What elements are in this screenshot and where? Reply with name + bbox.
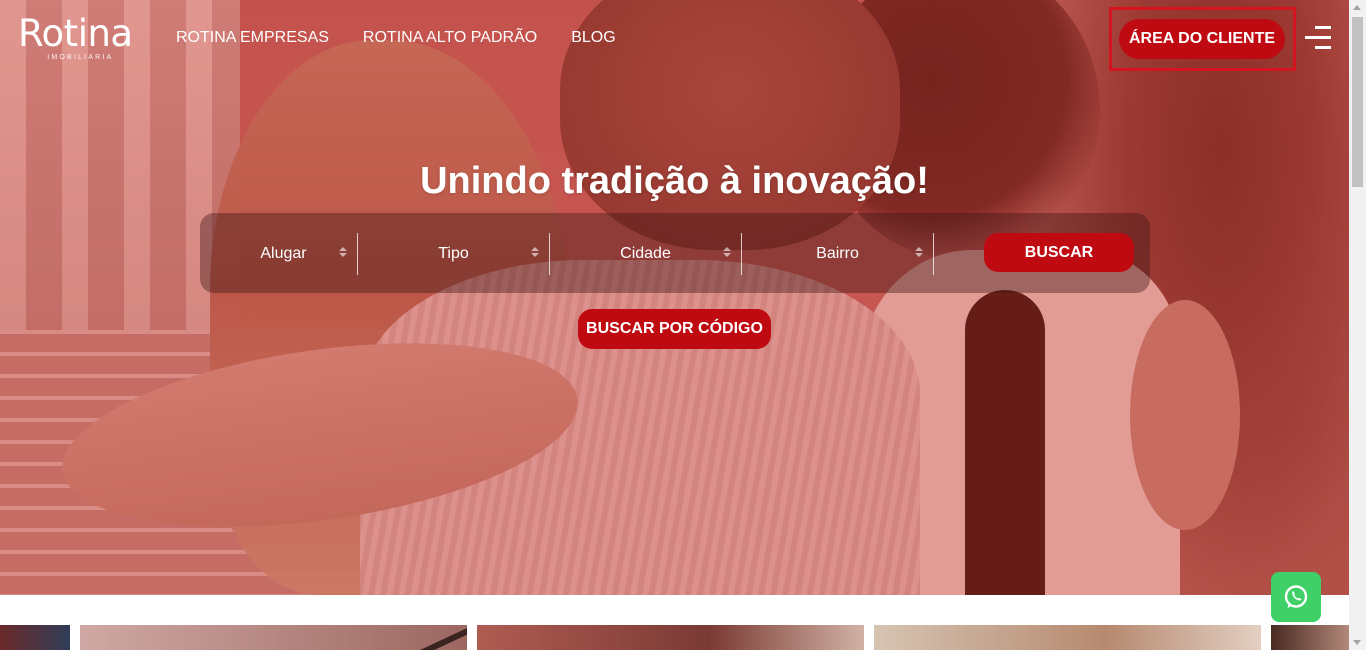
search-submit-button[interactable]: BUSCAR (984, 233, 1134, 272)
select-arrows-icon (723, 247, 731, 261)
select-arrows-icon (339, 247, 347, 261)
scroll-up-arrow-icon[interactable] (1353, 5, 1361, 10)
property-search-bar: Alugar Tipo Cidade Bairro BUSCAR (200, 213, 1150, 293)
select-arrows-icon (915, 247, 923, 261)
search-select-city[interactable]: Cidade (550, 233, 742, 275)
site-logo[interactable]: Rotina IMOBILIARIA (18, 12, 133, 62)
hamburger-icon[interactable] (1305, 26, 1331, 52)
main-nav: ROTINA EMPRESAS ROTINA ALTO PADRÃO BLOG (176, 29, 650, 47)
logo-wordmark: Rotina (18, 12, 133, 55)
search-select-neighborhood[interactable]: Bairro (742, 233, 934, 275)
scrollbar-thumb[interactable] (1352, 17, 1363, 187)
logo-tagline: IMOBILIARIA (47, 54, 114, 61)
client-area-button[interactable]: ÁREA DO CLIENTE (1119, 19, 1285, 59)
search-select-neighborhood-value: Bairro (816, 245, 859, 262)
property-card-image[interactable] (1271, 625, 1349, 650)
whatsapp-icon (1284, 585, 1308, 608)
search-by-code-button[interactable]: BUSCAR POR CÓDIGO (578, 309, 771, 349)
search-select-type-value: Tipo (438, 245, 469, 262)
nav-link-rotina-alto-padrao[interactable]: ROTINA ALTO PADRÃO (363, 29, 537, 47)
property-card-image[interactable] (0, 625, 70, 650)
search-select-operation[interactable]: Alugar (210, 233, 358, 275)
hero-banner: Rotina IMOBILIARIA ROTINA EMPRESAS ROTIN… (0, 0, 1349, 595)
page-scrollbar[interactable] (1349, 0, 1366, 650)
search-select-type[interactable]: Tipo (358, 233, 550, 275)
select-arrows-icon (531, 247, 539, 261)
site-header: Rotina IMOBILIARIA ROTINA EMPRESAS ROTIN… (0, 0, 1349, 80)
hero-red-overlay (0, 0, 1349, 595)
nav-link-rotina-empresas[interactable]: ROTINA EMPRESAS (176, 29, 329, 47)
nav-link-blog[interactable]: BLOG (571, 29, 615, 47)
property-card-image[interactable] (477, 625, 864, 650)
search-select-city-value: Cidade (620, 245, 671, 262)
hamburger-line-middle (1305, 36, 1331, 39)
hero-headline: Unindo tradição à inovação! (420, 160, 929, 202)
search-select-operation-value: Alugar (260, 245, 307, 262)
property-card-image[interactable] (80, 625, 467, 650)
property-card-image[interactable] (874, 625, 1261, 650)
whatsapp-button[interactable] (1271, 572, 1321, 622)
hamburger-line-bottom (1315, 46, 1331, 49)
property-cards-carousel (0, 625, 1349, 650)
page: Rotina IMOBILIARIA ROTINA EMPRESAS ROTIN… (0, 0, 1366, 650)
hamburger-line-top (1315, 26, 1331, 29)
scroll-down-arrow-icon[interactable] (1353, 640, 1361, 645)
